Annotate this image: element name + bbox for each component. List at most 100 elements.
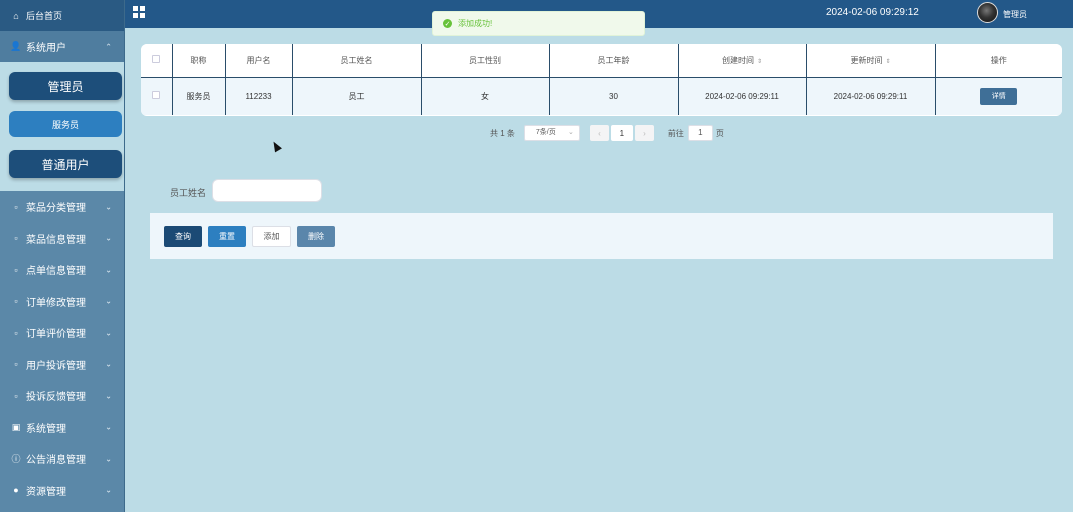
column-header-title: 职称 [171,44,225,78]
sort-icon[interactable]: ⇕ [757,59,762,65]
sort-icon[interactable]: ⇕ [885,59,890,65]
pager-total: 共 1 条 [490,128,515,138]
cell-gender: 女 [420,77,549,115]
sidebar-home[interactable]: ⌂ 后台首页 [0,0,124,31]
doc-icon: ▫ [14,296,18,307]
sidebar-item-label: 系统管理 [26,423,66,435]
table-row: 服务员 112233 员工 女 30 2024-02-06 09:29:11 2… [141,77,1062,115]
row-select-cell [141,77,172,115]
image-icon: ▣ [11,421,21,432]
pager-page-label: 页 [715,128,724,138]
sidebar-item-label: 点单信息管理 [26,266,86,278]
column-header-created-label: 创建时间 [721,55,754,65]
sidebar-item-order-modify[interactable]: ▫ 订单修改管理 ⌄ [0,286,124,318]
next-page-button[interactable]: › [634,125,654,141]
search-label: 员工姓名 [170,188,207,198]
sidebar-item-complaint-feedback[interactable]: ▫ 投诉反馈管理 ⌄ [0,380,124,412]
column-header-updated[interactable]: 更新时间 ⇕ [805,44,935,78]
page-size-value: 7条/页 [535,129,556,136]
delete-button[interactable]: 删除 [297,226,335,247]
doc-icon: ▫ [14,201,18,212]
cell-name: 员工 [291,77,421,115]
page-size-select[interactable]: 7条/页 ⌄ [523,125,580,141]
sidebar-item-resource[interactable]: ● 资源管理 ⌄ [0,475,124,507]
column-header-created[interactable]: 创建时间 ⇕ [677,44,806,78]
employee-name-input[interactable] [212,179,322,202]
cell-created: 2024-02-06 09:29:11 [677,77,806,115]
sidebar-home-label: 后台首页 [26,11,63,21]
menu-grid-icon[interactable] [133,6,145,18]
sidebar-item-complaint[interactable]: ▫ 用户投诉管理 ⌄ [0,349,124,381]
sidebar: ⌂ 后台首页 👤 系统用户 ⌃ 管理员 服务员 普通用户 ▫ 菜品分类管理 ⌄ … [0,0,125,512]
chevron-down-icon: ⌄ [105,422,112,432]
sidebar-item-dish-info[interactable]: ▫ 菜品信息管理 ⌄ [0,223,124,255]
shield-icon: ● [13,485,19,496]
action-bar: 查询 重置 添加 删除 [150,213,1053,259]
cell-updated: 2024-02-06 09:29:11 [805,77,935,115]
cell-age: 30 [548,77,678,115]
sidebar-item-label: 用户投诉管理 [26,360,86,372]
prev-page-button[interactable]: ‹ [589,125,609,141]
sidebar-submenu: 管理员 服务员 普通用户 [0,62,124,191]
pagination: 共 1 条 7条/页 ⌄ ‹ 1 › 前往 1 页 [490,125,724,141]
query-button[interactable]: 查询 [164,226,202,247]
doc-icon: ▫ [14,390,18,401]
submenu-regular-user[interactable]: 普通用户 [9,150,122,178]
chevron-down-icon: ⌄ [105,391,112,401]
cell-action: 详情 [934,77,1062,115]
chevron-down-icon: ⌄ [105,265,112,275]
sidebar-item-system[interactable]: ▣ 系统管理 ⌄ [0,412,124,444]
check-circle-icon: ✓ [443,19,452,28]
sidebar-item-label: 菜品分类管理 [26,203,86,215]
toast-message: 添加成功! [458,19,493,28]
sidebar-item-order-review[interactable]: ▫ 订单评价管理 ⌄ [0,317,124,349]
chevron-down-icon: ⌄ [105,328,112,338]
column-header-username: 用户名 [224,44,292,78]
cell-title: 服务员 [171,77,225,115]
table-header-row: 职称 用户名 员工姓名 员工性别 员工年龄 创建时间 ⇕ 更新时间 ⇕ 操作 [141,44,1062,78]
row-checkbox[interactable] [152,91,161,100]
submenu-admin[interactable]: 管理员 [9,72,122,100]
success-toast: ✓ 添加成功! [432,11,645,36]
avatar[interactable] [977,2,998,23]
chevron-right-icon: › [643,128,646,138]
chevron-left-icon: ‹ [598,128,601,138]
home-icon: ⌂ [13,10,19,21]
sidebar-item-notice[interactable]: ⓘ 公告消息管理 ⌄ [0,443,124,475]
sidebar-item-label: 资源管理 [26,486,66,498]
cell-username: 112233 [224,77,292,115]
header-time: 2024-02-06 09:29:12 [826,7,919,18]
goto-page-input[interactable]: 1 [687,125,713,141]
select-all-checkbox[interactable] [152,55,161,64]
doc-icon: ▫ [14,359,18,370]
sidebar-item-label: 订单修改管理 [26,297,86,309]
doc-icon: ▫ [14,327,18,338]
sidebar-item-label: 菜品信息管理 [26,234,86,246]
add-button[interactable]: 添加 [252,226,291,247]
sidebar-item-label: 订单评价管理 [26,329,86,341]
chevron-down-icon: ⌄ [105,296,112,306]
sidebar-item-order-info[interactable]: ▫ 点单信息管理 ⌄ [0,254,124,286]
data-table: 职称 用户名 员工姓名 员工性别 员工年龄 创建时间 ⇕ 更新时间 ⇕ 操作 服务员… [141,44,1062,116]
doc-icon: ▫ [14,233,18,244]
chevron-down-icon: ⌄ [105,485,112,495]
column-header-age: 员工年龄 [548,44,678,78]
user-icon: 👤 [10,41,22,51]
mouse-cursor-icon [270,139,282,153]
column-header-updated-label: 更新时间 [850,55,883,65]
header-username[interactable]: 管理员 [1003,9,1027,20]
chevron-down-icon: ⌄ [105,359,112,369]
submenu-waiter[interactable]: 服务员 [9,111,122,137]
detail-button[interactable]: 详情 [980,87,1018,105]
sidebar-item-dish-category[interactable]: ▫ 菜品分类管理 ⌄ [0,191,124,223]
reset-button[interactable]: 重置 [208,226,246,247]
sidebar-item-label: 公告消息管理 [26,455,86,467]
sidebar-group-label: 系统用户 [26,43,66,54]
sidebar-item-label: 投诉反馈管理 [26,392,86,404]
column-header-name: 员工姓名 [291,44,421,78]
chevron-down-icon: ⌄ [105,454,112,464]
sidebar-group-system-users[interactable]: 👤 系统用户 ⌃ [0,31,124,62]
chevron-down-icon: ⌄ [105,233,112,243]
page-number-current[interactable]: 1 [610,125,633,141]
chevron-down-icon: ⌄ [105,202,112,212]
